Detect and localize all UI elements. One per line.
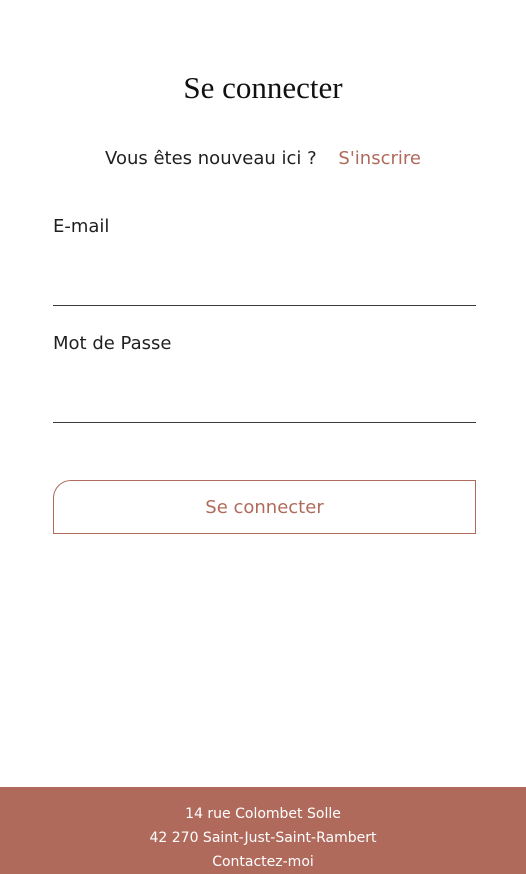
signup-prompt: Vous êtes nouveau ici ? S'inscrire xyxy=(0,147,526,171)
email-field[interactable] xyxy=(53,266,476,306)
password-label: Mot de Passe xyxy=(53,333,172,354)
signup-question: Vous êtes nouveau ici ? xyxy=(105,148,317,169)
footer-address-line1: 14 rue Colombet Solle xyxy=(185,806,341,822)
email-label: E-mail xyxy=(53,216,110,237)
login-button[interactable]: Se connecter xyxy=(53,480,476,534)
footer: 14 rue Colombet Solle 42 270 Saint-Just-… xyxy=(0,787,526,874)
signup-link[interactable]: S'inscrire xyxy=(338,148,421,169)
password-field-group: Mot de Passe xyxy=(53,332,476,424)
contact-link[interactable]: Contactez-moi xyxy=(212,854,314,870)
password-field[interactable] xyxy=(53,383,476,423)
page-title: Se connecter xyxy=(183,70,343,105)
email-field-group: E-mail xyxy=(53,215,476,307)
footer-address-line2: 42 270 Saint-Just-Saint-Rambert xyxy=(149,830,377,846)
